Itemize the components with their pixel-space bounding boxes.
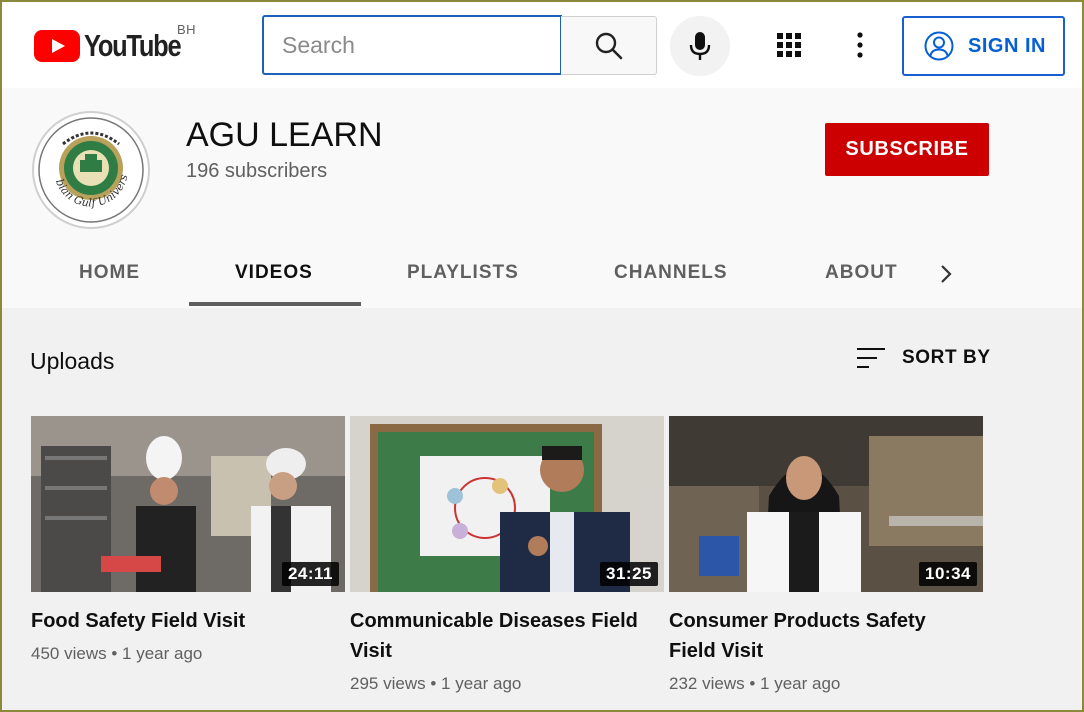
video-title[interactable]: Food Safety Field Visit — [31, 606, 331, 636]
tab-playlists[interactable]: PLAYLISTS — [407, 262, 519, 284]
youtube-play-icon — [34, 30, 80, 62]
channel-avatar[interactable]: Arabian Gulf University — [32, 111, 150, 229]
video-thumbnail[interactable]: 10:34 — [669, 416, 983, 592]
video-duration: 31:25 — [600, 562, 658, 586]
tab-about[interactable]: ABOUT — [825, 262, 898, 284]
sort-icon — [857, 348, 885, 368]
video-duration: 10:34 — [919, 562, 977, 586]
uploads-section: Uploads SORT BY 24:11 Food Safety Field … — [2, 308, 1082, 710]
voice-search-button[interactable] — [670, 16, 730, 76]
video-card[interactable]: 31:25 Communicable Diseases Field Visit … — [350, 416, 664, 694]
channel-tabs: HOME VIDEOS PLAYLISTS CHANNELS ABOUT — [2, 238, 1082, 308]
search-input[interactable] — [262, 15, 562, 75]
apps-grid-icon — [777, 33, 801, 57]
subscriber-count: 196 subscribers — [186, 160, 328, 182]
video-meta: 232 views • 1 year ago — [669, 674, 841, 693]
tab-videos[interactable]: VIDEOS — [235, 262, 313, 284]
more-vertical-icon — [857, 32, 863, 58]
video-title[interactable]: Communicable Diseases Field Visit — [350, 606, 650, 666]
view-count: 450 views — [31, 644, 107, 663]
channel-name: AGU LEARN — [186, 116, 383, 154]
tab-home[interactable]: HOME — [79, 262, 140, 284]
upload-age: 1 year ago — [122, 644, 203, 663]
upload-age: 1 year ago — [760, 674, 841, 693]
upload-age: 1 year ago — [441, 674, 522, 693]
tab-channels[interactable]: CHANNELS — [614, 262, 728, 284]
sign-in-label: SIGN IN — [968, 34, 1046, 57]
university-seal-logo: Arabian Gulf University — [35, 114, 145, 224]
video-meta: 295 views • 1 year ago — [350, 674, 522, 693]
logo-text: YouTube — [84, 28, 182, 63]
country-code: BH — [177, 22, 197, 37]
top-bar: YouTube BH Search SIGN IN — [2, 2, 1082, 88]
sign-in-button[interactable]: SIGN IN — [902, 16, 1065, 76]
sort-by-label: SORT BY — [902, 347, 991, 368]
video-thumbnail[interactable]: 31:25 — [350, 416, 664, 592]
video-card[interactable]: 24:11 Food Safety Field Visit 450 views … — [31, 416, 345, 664]
search-icon — [595, 32, 622, 59]
page-frame: YouTube BH Search SIGN IN bian Gulf Univ… — [0, 0, 1084, 712]
account-icon — [924, 31, 954, 61]
video-thumbnail[interactable]: 24:11 — [31, 416, 345, 592]
chevron-right-icon — [941, 265, 952, 283]
apps-button[interactable] — [772, 28, 806, 62]
microphone-icon — [689, 32, 711, 60]
search-button[interactable] — [561, 16, 657, 75]
channel-header: Arabian Gulf University AGU LEARN 196 su… — [2, 88, 1082, 308]
sort-by-button[interactable]: SORT BY — [856, 346, 991, 370]
view-count: 232 views — [669, 674, 745, 693]
active-tab-indicator — [189, 302, 361, 306]
video-meta: 450 views • 1 year ago — [31, 644, 203, 663]
view-count: 295 views — [350, 674, 426, 693]
subscribe-button[interactable]: SUBSCRIBE — [825, 123, 989, 176]
more-options-button[interactable] — [845, 28, 875, 62]
video-card[interactable]: 10:34 Consumer Products Safety Field Vis… — [669, 416, 983, 694]
tabs-scroll-right-button[interactable] — [936, 262, 956, 286]
uploads-heading: Uploads — [30, 348, 115, 374]
video-title[interactable]: Consumer Products Safety Field Visit — [669, 606, 969, 666]
video-duration: 24:11 — [281, 562, 339, 586]
